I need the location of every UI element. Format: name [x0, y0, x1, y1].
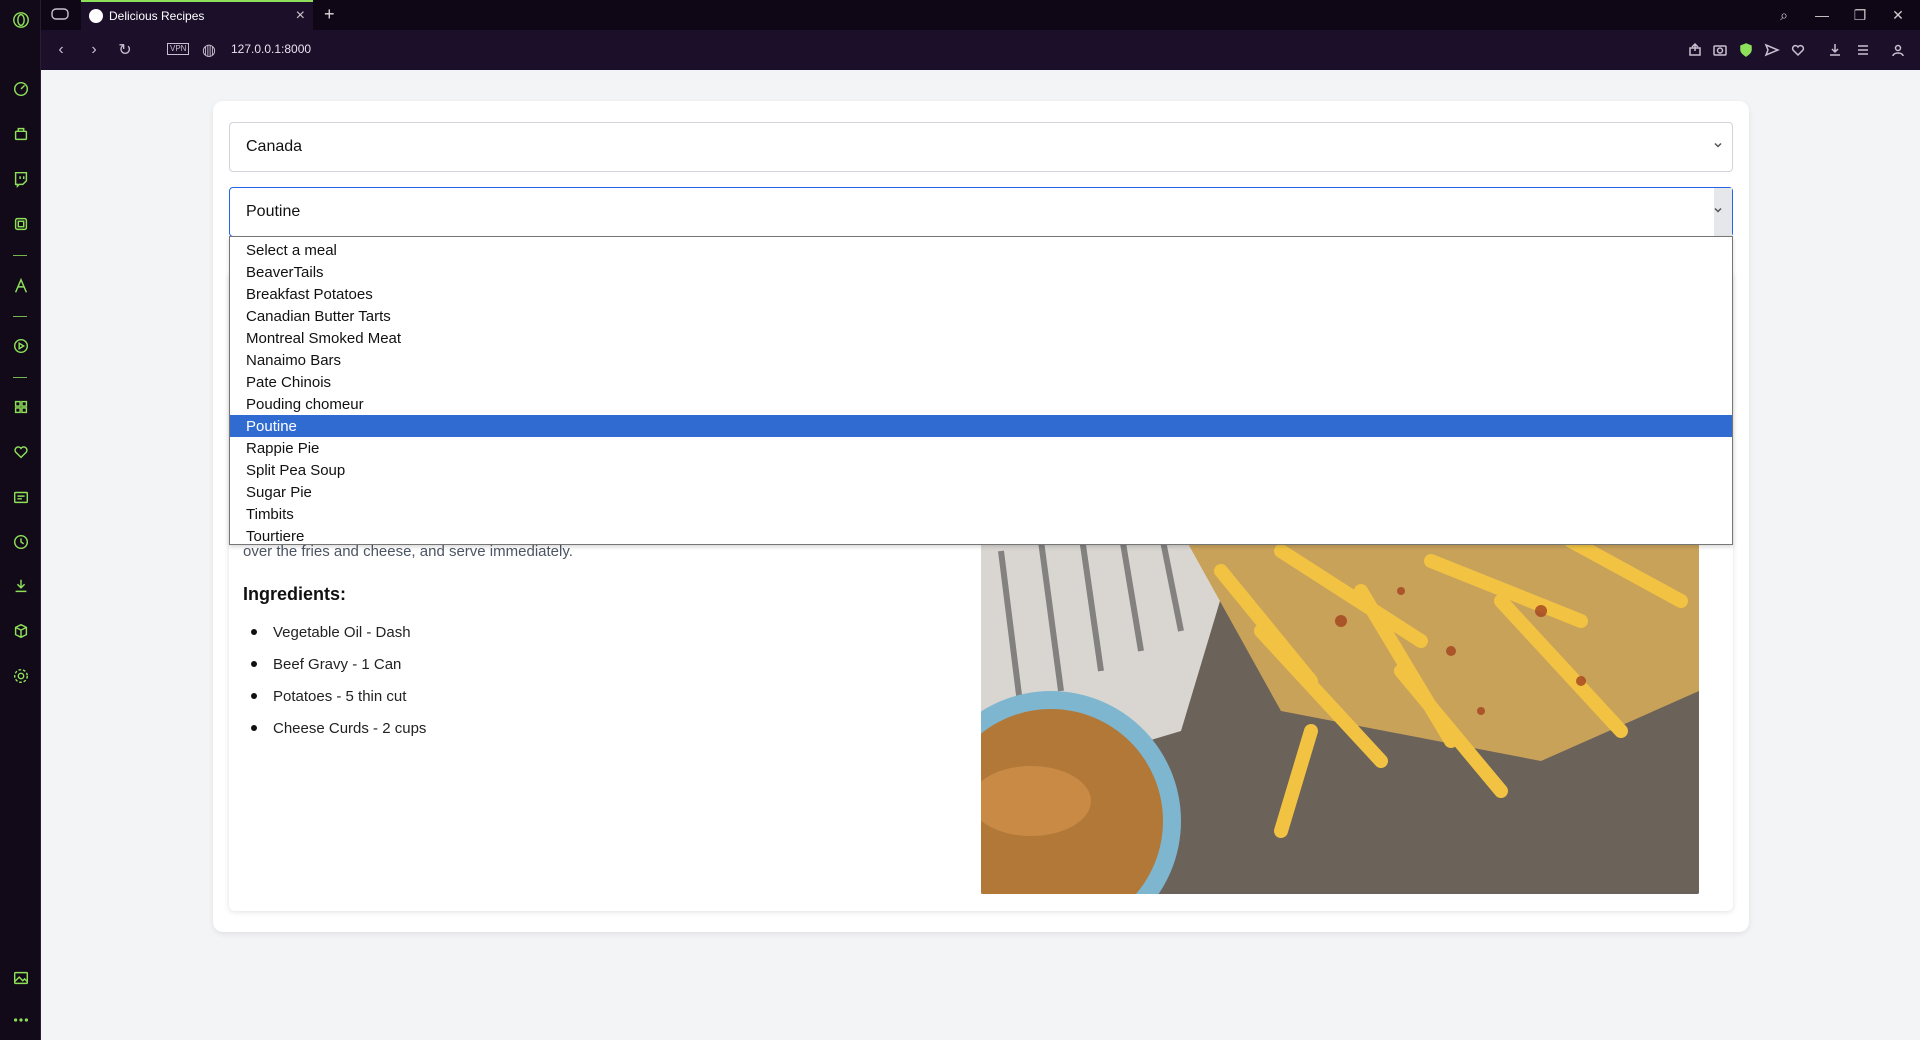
gx-control-icon[interactable]: [0, 75, 41, 103]
meal-select-value: Poutine: [246, 203, 301, 220]
chevron-down-icon: [1714, 142, 1722, 148]
browser-sidebar: [0, 0, 41, 1040]
vpn-badge[interactable]: VPN: [167, 43, 190, 55]
ingredient-item: Beef Gravy - 1 Can: [243, 648, 426, 680]
snapshot-icon[interactable]: [1712, 42, 1728, 58]
profile-icon[interactable]: [1890, 42, 1906, 58]
gamepad-icon[interactable]: [51, 7, 69, 21]
address-bar: ‹ › ↻ VPN ◍ 127.0.0.1:8000: [41, 30, 1920, 70]
site-info-icon[interactable]: ◍: [199, 40, 219, 60]
send-icon[interactable]: [1764, 42, 1780, 58]
heart-icon[interactable]: [0, 438, 41, 466]
tab-delicious-recipes[interactable]: Delicious Recipes ×: [81, 0, 313, 30]
country-select[interactable]: Canada: [229, 122, 1733, 172]
downloads-icon[interactable]: [0, 572, 41, 600]
meal-option[interactable]: Nanaimo Bars: [230, 349, 1732, 371]
restore-button[interactable]: ❐: [1850, 6, 1870, 24]
easy-setup-icon[interactable]: [1855, 42, 1871, 58]
back-button[interactable]: ‹: [51, 40, 71, 60]
ingredients-list: Vegetable Oil - Dash Beef Gravy - 1 Can …: [243, 616, 426, 744]
forward-button[interactable]: ›: [84, 40, 104, 60]
meal-option[interactable]: Split Pea Soup: [230, 459, 1732, 481]
sidebar-divider: [13, 255, 27, 256]
meal-option[interactable]: Select a meal: [230, 239, 1732, 261]
twitch-icon[interactable]: [0, 165, 41, 193]
meal-options-list: Select a meal BeaverTails Breakfast Potato…: [229, 236, 1733, 545]
meal-option[interactable]: Montreal Smoked Meat: [230, 327, 1732, 349]
settings-gear-icon[interactable]: [0, 662, 41, 690]
player-icon[interactable]: [0, 332, 41, 360]
meal-option[interactable]: Tourtiere: [230, 525, 1732, 547]
more-icon[interactable]: [0, 1006, 41, 1034]
search-tabs-icon[interactable]: ⌕: [1774, 6, 1794, 24]
meal-option[interactable]: Breakfast Potatoes: [230, 283, 1732, 305]
ingredients-heading: Ingredients:: [243, 584, 347, 604]
news-icon[interactable]: [0, 483, 41, 511]
country-select-value: Canada: [246, 138, 303, 155]
url-field[interactable]: 127.0.0.1:8000: [231, 42, 311, 56]
bookmark-heart-icon[interactable]: [1790, 42, 1806, 58]
meal-option[interactable]: Canadian Butter Tarts: [230, 305, 1732, 327]
meal-option[interactable]: Rappie Pie: [230, 437, 1732, 459]
meal-option[interactable]: Sugar Pie: [230, 481, 1732, 503]
discord-icon[interactable]: [0, 210, 41, 238]
meal-select[interactable]: Poutine: [229, 187, 1733, 237]
recipe-photo: [981, 531, 1699, 894]
sidebar-divider: [13, 377, 27, 378]
history-icon[interactable]: [0, 528, 41, 556]
gx-corner-icon[interactable]: [0, 120, 41, 148]
ingredient-item: Cheese Curds - 2 cups: [243, 712, 426, 744]
ingredient-item: Potatoes - 5 thin cut: [243, 680, 426, 712]
ingredient-item: Vegetable Oil - Dash: [243, 616, 426, 648]
share-icon[interactable]: [1687, 42, 1703, 58]
extensions-icon[interactable]: [0, 617, 41, 645]
tab-bar: Delicious Recipes × + ⌕ — ❐ ✕: [41, 0, 1920, 30]
site-favicon-icon: [89, 9, 103, 23]
close-tab-icon[interactable]: ×: [296, 8, 305, 24]
tab-title: Delicious Recipes: [109, 9, 205, 23]
download-icon[interactable]: [1827, 42, 1843, 58]
sidebar-divider: [13, 316, 27, 317]
aria-icon[interactable]: [0, 272, 41, 300]
close-window-button[interactable]: ✕: [1888, 6, 1908, 24]
workspaces-icon[interactable]: [0, 393, 41, 421]
meal-option[interactable]: Pate Chinois: [230, 371, 1732, 393]
reload-button[interactable]: ↻: [115, 40, 135, 60]
meal-option[interactable]: Timbits: [230, 503, 1732, 525]
opera-logo-icon[interactable]: [0, 6, 41, 34]
meal-option[interactable]: BeaverTails: [230, 261, 1732, 283]
meal-option[interactable]: Pouding chomeur: [230, 393, 1732, 415]
wallpaper-icon[interactable]: [0, 964, 41, 992]
minimize-button[interactable]: —: [1812, 6, 1832, 24]
meal-option[interactable]: Poutine: [230, 415, 1732, 437]
chevron-down-icon: [1714, 207, 1722, 213]
adblock-shield-icon[interactable]: [1738, 42, 1754, 58]
new-tab-button[interactable]: +: [324, 4, 335, 25]
